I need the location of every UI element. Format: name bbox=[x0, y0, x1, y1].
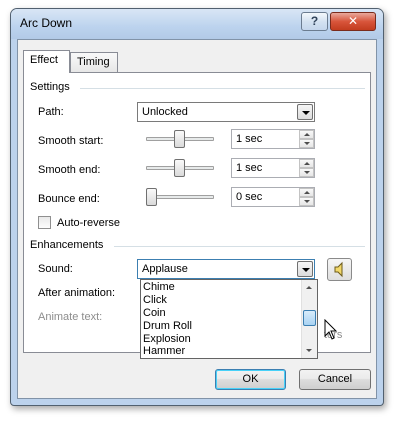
sound-preview-button[interactable] bbox=[327, 258, 352, 281]
slider-thumb[interactable] bbox=[174, 130, 185, 148]
ok-button[interactable]: OK bbox=[215, 369, 286, 390]
spin-down-icon[interactable] bbox=[299, 168, 314, 177]
enhancements-divider bbox=[114, 246, 365, 247]
bounce-end-spinner[interactable]: 0 sec bbox=[231, 187, 315, 207]
slider-thumb[interactable] bbox=[174, 159, 185, 177]
cancel-button-label: Cancel bbox=[317, 373, 353, 385]
sound-dropdown-list[interactable]: Chime Click Coin Drum Roll Explosion Ham… bbox=[140, 279, 318, 359]
spin-up-icon[interactable] bbox=[299, 159, 314, 168]
animate-text-label: Animate text: bbox=[38, 311, 103, 323]
list-item[interactable]: Coin bbox=[143, 307, 166, 320]
sound-select[interactable]: Applause bbox=[137, 259, 315, 279]
sound-label: Sound: bbox=[38, 263, 73, 275]
bounce-end-label: Bounce end: bbox=[38, 193, 100, 205]
smooth-end-value: 1 sec bbox=[236, 162, 263, 174]
smooth-start-slider[interactable] bbox=[146, 129, 214, 149]
smooth-start-label: Smooth start: bbox=[38, 135, 104, 147]
settings-section-label: Settings bbox=[30, 81, 70, 93]
slider-thumb[interactable] bbox=[146, 188, 157, 206]
list-item[interactable]: Click bbox=[143, 294, 167, 307]
close-icon: ✕ bbox=[347, 14, 359, 28]
smooth-start-value: 1 sec bbox=[236, 133, 263, 145]
scroll-down-icon[interactable] bbox=[302, 344, 317, 358]
smooth-end-label: Smooth end: bbox=[38, 164, 101, 176]
path-label: Path: bbox=[38, 106, 64, 118]
ok-button-label: OK bbox=[242, 373, 259, 385]
path-select-value: Unlocked bbox=[142, 106, 188, 118]
speaker-icon bbox=[334, 261, 343, 278]
title-bar[interactable]: Arc Down ? ✕ bbox=[11, 9, 383, 39]
enhancements-section-label: Enhancements bbox=[30, 239, 104, 251]
tab-effect[interactable]: Effect bbox=[23, 50, 70, 73]
help-button[interactable]: ? bbox=[301, 12, 328, 31]
tab-timing-label: Timing bbox=[77, 56, 110, 68]
spinner-buttons bbox=[299, 188, 314, 206]
close-button[interactable]: ✕ bbox=[330, 12, 376, 31]
chevron-down-icon[interactable] bbox=[297, 104, 313, 120]
bounce-end-value: 0 sec bbox=[236, 191, 263, 203]
auto-reverse-checkbox[interactable] bbox=[38, 216, 51, 229]
sound-select-value: Applause bbox=[142, 263, 188, 275]
smooth-start-spinner[interactable]: 1 sec bbox=[231, 129, 315, 149]
spin-up-icon[interactable] bbox=[299, 188, 314, 197]
dialog-title: Arc Down bbox=[20, 16, 73, 30]
dropdown-scrollbar[interactable] bbox=[301, 280, 317, 358]
tab-timing[interactable]: Timing bbox=[70, 52, 118, 73]
list-item[interactable]: Drum Roll bbox=[143, 320, 192, 333]
mouse-cursor-icon bbox=[324, 319, 338, 340]
auto-reverse-label[interactable]: Auto-reverse bbox=[57, 217, 120, 229]
scroll-up-icon[interactable] bbox=[302, 280, 317, 294]
settings-divider bbox=[80, 88, 365, 89]
spinner-buttons bbox=[299, 130, 314, 148]
help-icon: ? bbox=[310, 14, 319, 28]
spin-down-icon[interactable] bbox=[299, 197, 314, 206]
after-animation-label: After animation: bbox=[38, 287, 116, 299]
smooth-end-spinner[interactable]: 1 sec bbox=[231, 158, 315, 178]
cancel-button[interactable]: Cancel bbox=[299, 369, 371, 390]
smooth-end-slider[interactable] bbox=[146, 158, 214, 178]
spin-down-icon[interactable] bbox=[299, 139, 314, 148]
bounce-end-slider[interactable] bbox=[146, 187, 214, 207]
list-item[interactable]: Hammer bbox=[143, 345, 185, 358]
chevron-down-icon[interactable] bbox=[297, 261, 313, 277]
scrollbar-thumb[interactable] bbox=[303, 310, 316, 326]
spinner-buttons bbox=[299, 159, 314, 177]
tab-effect-label: Effect bbox=[30, 54, 58, 66]
spin-up-icon[interactable] bbox=[299, 130, 314, 139]
list-item[interactable]: Chime bbox=[143, 281, 175, 294]
path-select[interactable]: Unlocked bbox=[137, 102, 315, 122]
